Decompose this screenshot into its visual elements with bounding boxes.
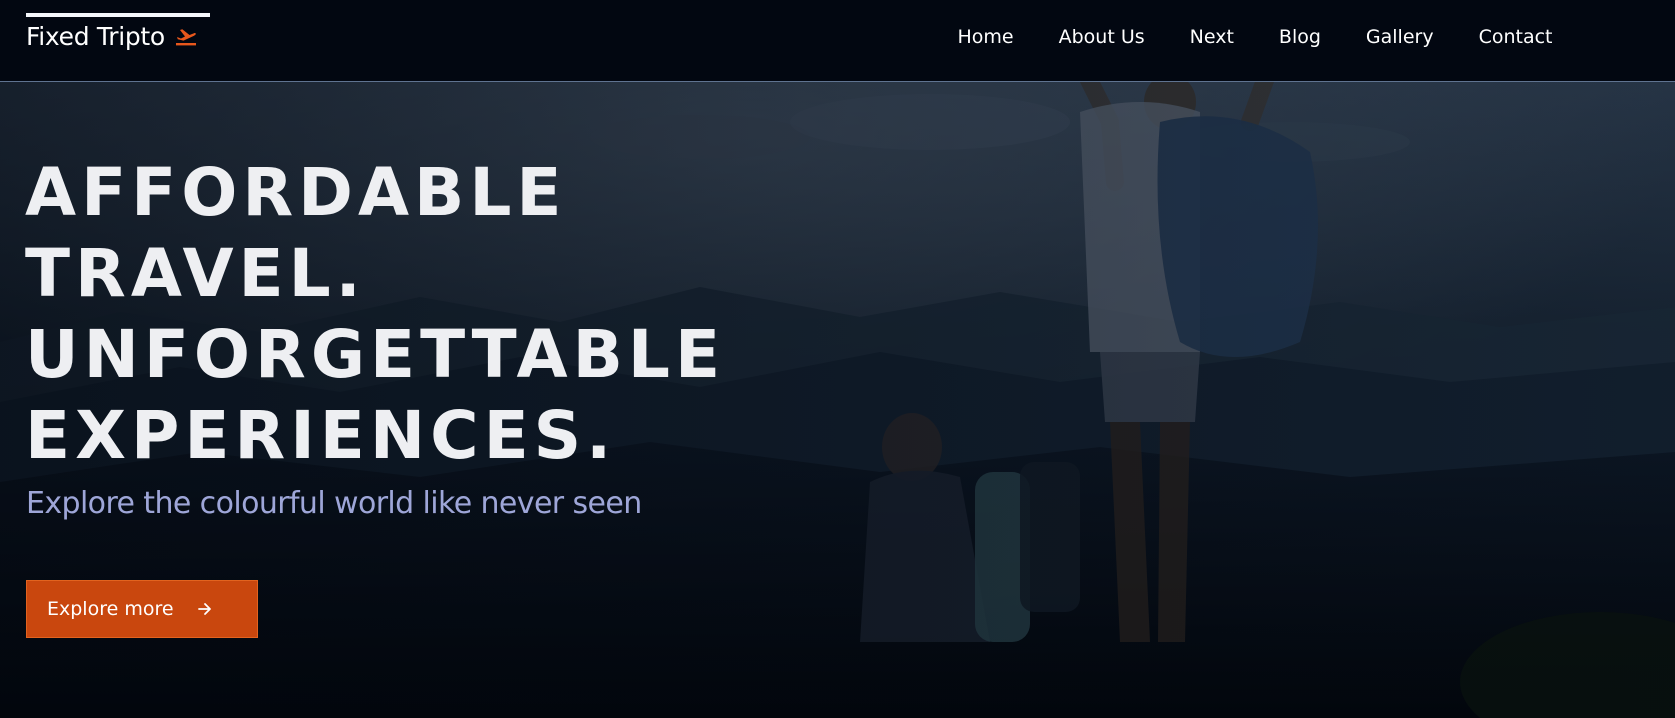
hero-title-line: EXPERIENCES. bbox=[25, 397, 617, 474]
hero-title-line: TRAVEL. bbox=[25, 235, 366, 312]
hero-title: AFFORDABLE TRAVEL. UNFORGETTABLE EXPERIE… bbox=[25, 152, 725, 476]
brand-name: Fixed Tripto bbox=[26, 21, 165, 51]
nav-item-gallery[interactable]: Gallery bbox=[1343, 22, 1456, 52]
hero-subtitle: Explore the colourful world like never s… bbox=[26, 486, 642, 521]
main-nav: Home About Us Next Blog Gallery Contact bbox=[935, 22, 1575, 52]
hero-title-line: AFFORDABLE bbox=[25, 154, 567, 231]
nav-item-blog[interactable]: Blog bbox=[1256, 22, 1343, 52]
nav-item-home[interactable]: Home bbox=[935, 22, 1036, 52]
arrow-right-icon bbox=[196, 600, 214, 618]
nav-item-next[interactable]: Next bbox=[1167, 22, 1256, 52]
plane-icon bbox=[174, 24, 198, 48]
page: Fixed Tripto Home About Us Next Blog Gal… bbox=[0, 0, 1675, 718]
brand-logo[interactable]: Fixed Tripto bbox=[26, 13, 210, 53]
nav-item-about-us[interactable]: About Us bbox=[1036, 22, 1167, 52]
nav-item-contact[interactable]: Contact bbox=[1456, 22, 1575, 52]
site-header: Fixed Tripto Home About Us Next Blog Gal… bbox=[0, 0, 1675, 82]
hero-title-line: UNFORGETTABLE bbox=[25, 316, 726, 393]
explore-more-button[interactable]: Explore more bbox=[26, 580, 258, 638]
explore-more-label: Explore more bbox=[47, 598, 174, 620]
hero-section: AFFORDABLE TRAVEL. UNFORGETTABLE EXPERIE… bbox=[0, 82, 1675, 718]
